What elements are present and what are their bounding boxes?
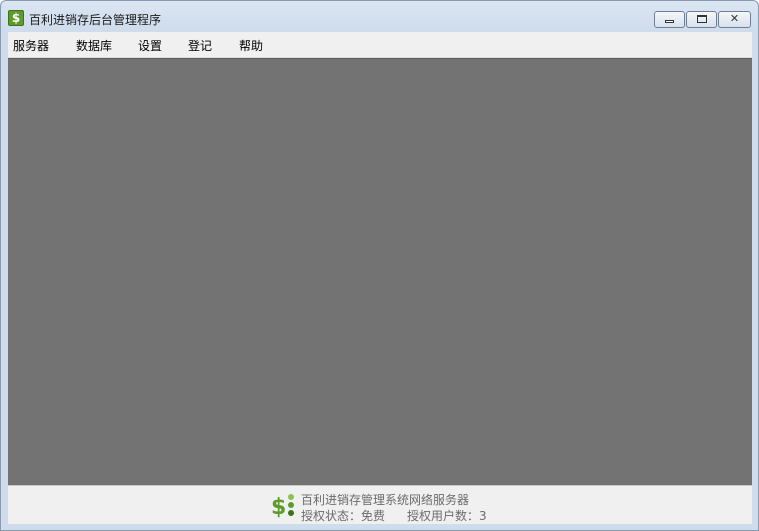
menu-settings[interactable]: 设置 bbox=[138, 37, 162, 54]
minimize-icon bbox=[665, 20, 674, 23]
close-icon: ✕ bbox=[729, 12, 740, 25]
window-title: 百利进销存后台管理程序 bbox=[29, 13, 162, 27]
dollar-logo-icon: $ bbox=[271, 494, 294, 519]
close-button[interactable]: ✕ bbox=[718, 11, 751, 28]
title-bar[interactable]: $ 百利进销存后台管理程序 ✕ bbox=[1, 1, 758, 31]
auth-state-label: 授权状态： bbox=[301, 509, 362, 523]
maximize-icon bbox=[697, 15, 707, 23]
product-name: 百利进销存管理系统网络服务器 bbox=[301, 493, 470, 507]
auth-users-value: 3 bbox=[479, 509, 487, 523]
menu-bar: 服务器 数据库 设置 登记 帮助 bbox=[8, 32, 752, 58]
license-info: 授权状态：免费 授权用户数：3 bbox=[301, 507, 487, 524]
menu-server[interactable]: 服务器 bbox=[13, 37, 49, 54]
app-window: $ 百利进销存后台管理程序 ✕ 服务器 数据库 设置 登记 帮助 $ 百利进销存… bbox=[0, 0, 759, 531]
menu-register[interactable]: 登记 bbox=[188, 37, 212, 54]
auth-users-label: 授权用户数： bbox=[407, 509, 480, 523]
status-bar: $ 百利进销存管理系统网络服务器 授权状态：免费 授权用户数：3 bbox=[8, 485, 752, 524]
menu-database[interactable]: 数据库 bbox=[76, 37, 112, 54]
auth-state-value: 免费 bbox=[361, 509, 386, 523]
svg-text:$: $ bbox=[271, 495, 286, 519]
dollar-app-icon[interactable]: $ bbox=[8, 10, 24, 26]
menu-help[interactable]: 帮助 bbox=[239, 37, 263, 54]
window-controls: ✕ bbox=[654, 11, 751, 28]
minimize-button[interactable] bbox=[654, 11, 685, 28]
maximize-button[interactable] bbox=[686, 11, 717, 28]
mdi-workspace[interactable] bbox=[8, 58, 752, 486]
